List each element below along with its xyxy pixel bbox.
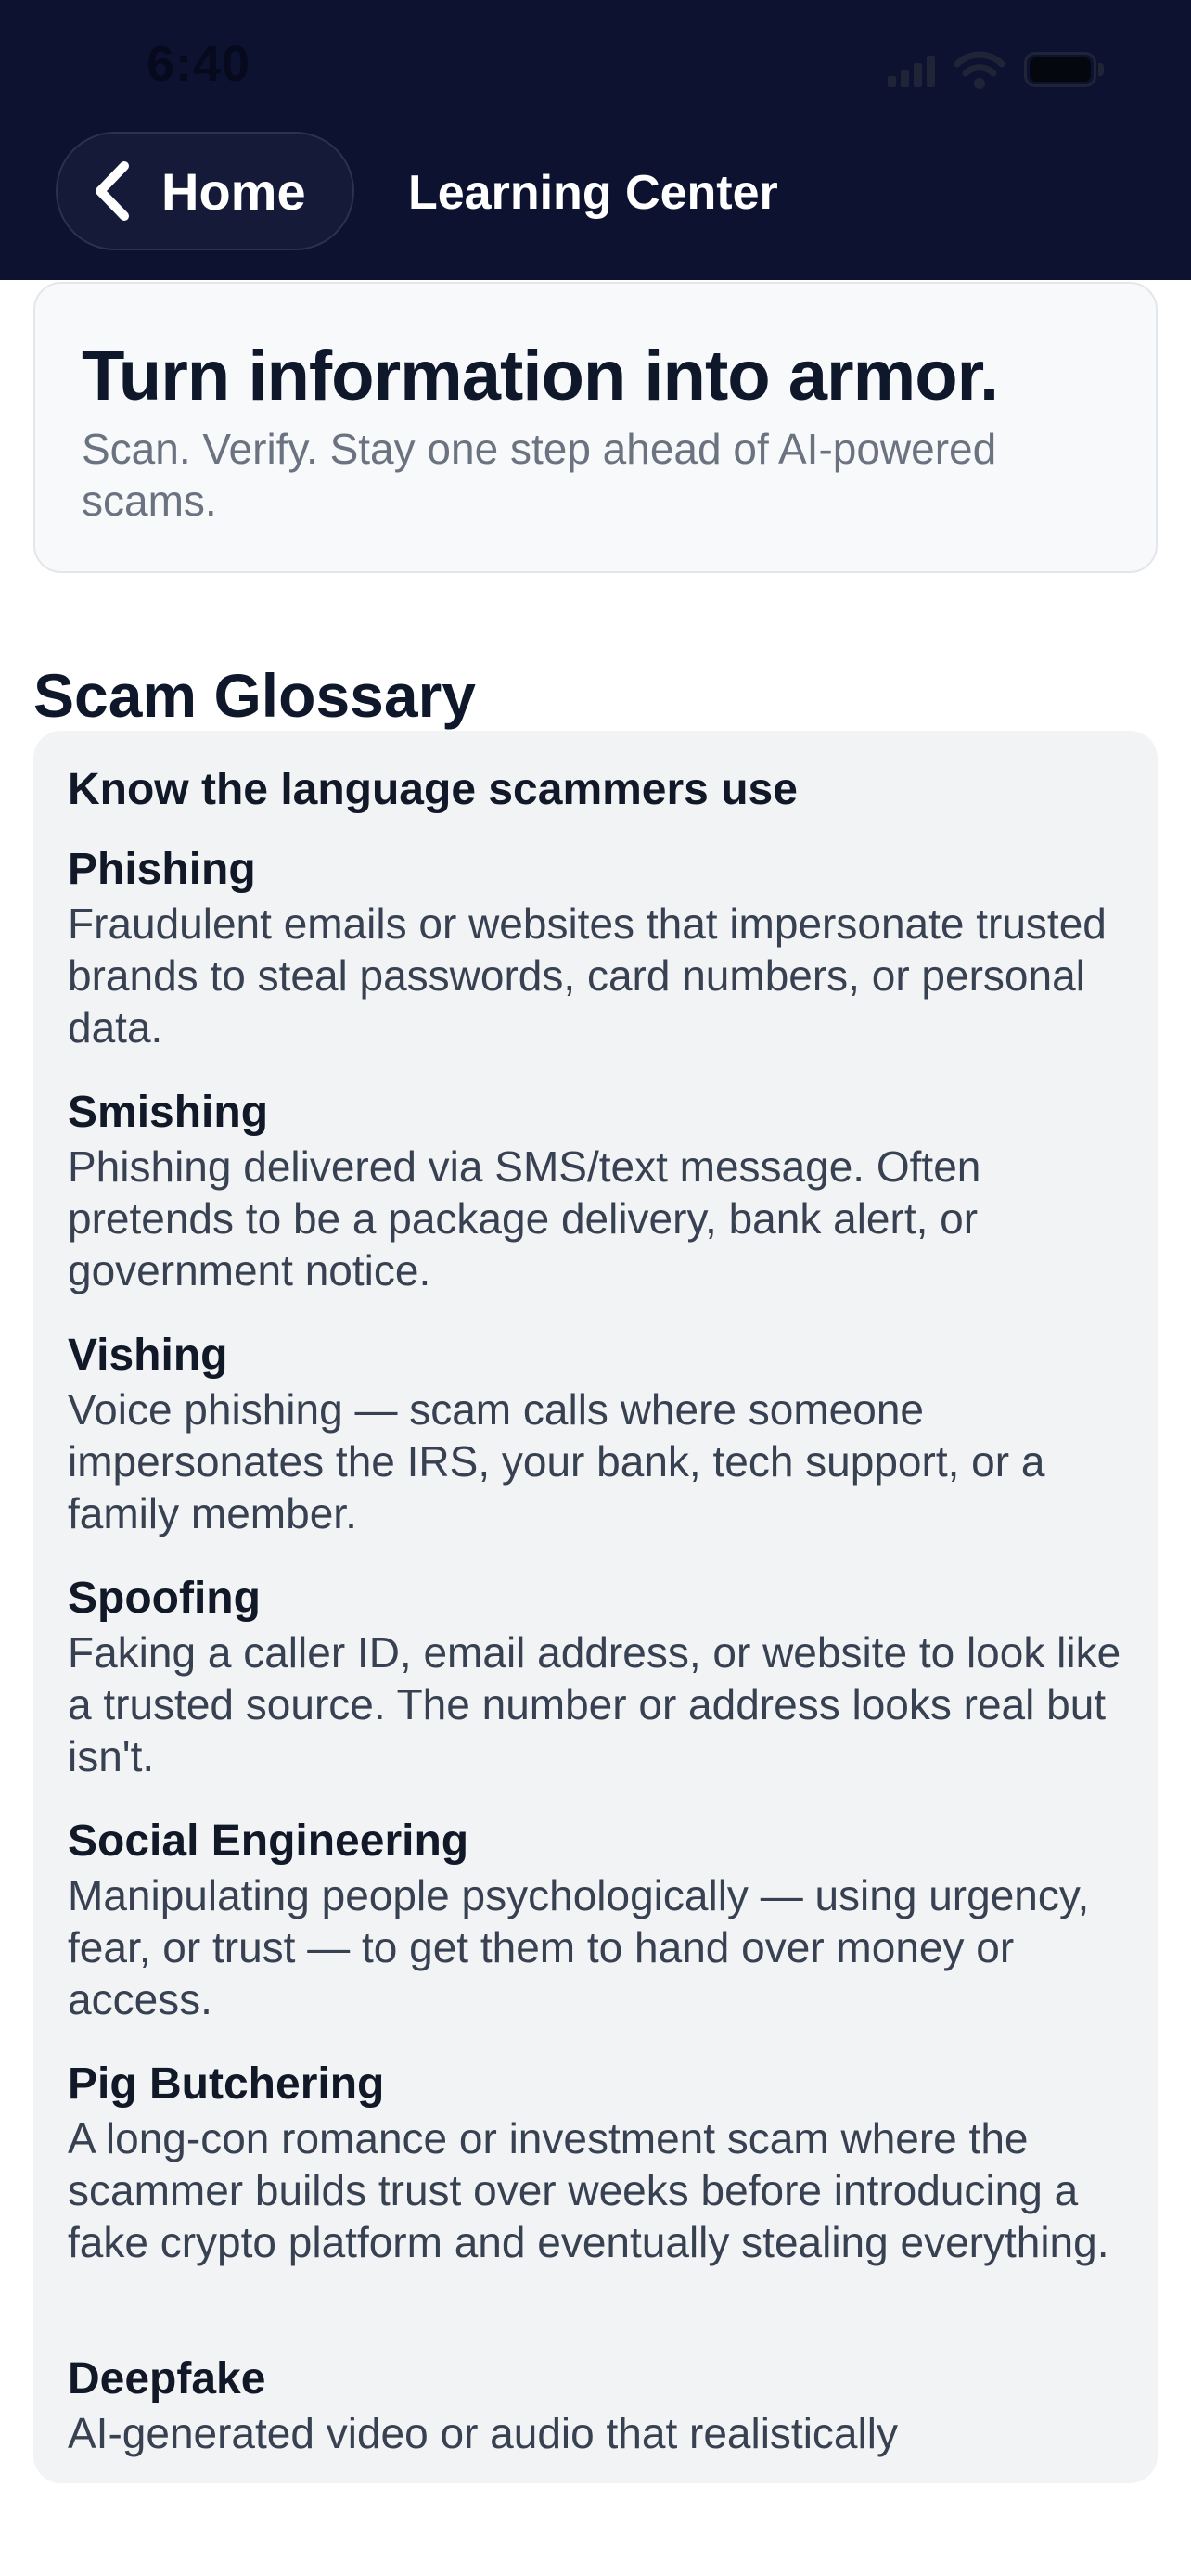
term-name: Social Engineering <box>68 1817 469 1866</box>
back-button-label: Home <box>161 161 306 221</box>
battery-icon <box>1024 52 1106 89</box>
glossary-term-vishing: Vishing Voice phishing — scam calls wher… <box>68 1330 1125 1539</box>
glossary-term-pig-butchering: Pig Butchering A long-con romance or inv… <box>68 2059 1125 2268</box>
hero-card: Turn information into armor. Scan. Verif… <box>33 282 1158 573</box>
term-name: Pig Butchering <box>68 2060 385 2109</box>
glossary-term-spoofing: Spoofing Faking a caller ID, email addre… <box>68 1573 1125 1782</box>
cellular-signal-icon <box>888 54 935 87</box>
term-definition: AI-generated video or audio that realist… <box>68 2409 898 2457</box>
glossary-card: Know the language scammers use Phishing … <box>33 731 1158 2483</box>
hero-subtitle: Scan. Verify. Stay one step ahead of AI-… <box>82 425 997 525</box>
term-name: Vishing <box>68 1331 228 1380</box>
term-definition: A long-con romance or investment scam wh… <box>68 2114 1109 2266</box>
term-name: Smishing <box>68 1088 269 1137</box>
term-definition: Manipulating people psychologically — us… <box>68 1871 1090 2023</box>
glossary-heading: Know the language scammers use <box>68 765 798 814</box>
glossary-term-phishing: Phishing Fraudulent emails or websites t… <box>68 844 1125 1053</box>
term-name: Spoofing <box>68 1574 261 1623</box>
term-definition: Faking a caller ID, email address, or we… <box>68 1628 1121 1780</box>
term-definition: Voice phishing — scam calls where someon… <box>68 1385 1045 1537</box>
home-back-button[interactable]: Home <box>56 132 354 250</box>
page-title: Learning Center <box>408 166 778 220</box>
term-definition: Phishing delivered via SMS/text message.… <box>68 1142 981 1294</box>
term-name: Deepfake <box>68 2354 266 2404</box>
glossary-term-smishing: Smishing Phishing delivered via SMS/text… <box>68 1087 1125 1296</box>
wifi-icon <box>954 51 1005 89</box>
hero-title: Turn information into armor. <box>82 337 999 415</box>
term-definition: Fraudulent emails or websites that imper… <box>68 899 1107 1052</box>
chevron-left-icon <box>96 161 129 221</box>
status-time: 6:40 <box>147 36 251 92</box>
section-title-glossary: Scam Glossary <box>33 661 476 730</box>
top-navigation-bar: 6:40 Home Learning Center <box>0 0 1191 280</box>
glossary-term-social-engineering: Social Engineering Manipulating people p… <box>68 1816 1125 2025</box>
term-name: Phishing <box>68 845 256 894</box>
status-icons <box>888 50 1106 91</box>
glossary-term-deepfake: Deepfake AI-generated video or audio tha… <box>68 2353 1125 2459</box>
